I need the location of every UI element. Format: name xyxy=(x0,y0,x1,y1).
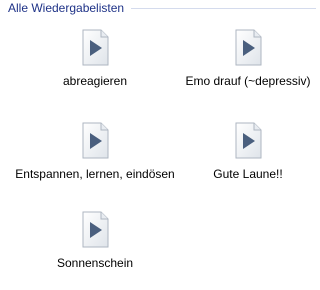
group-title: Alle Wiedergabelisten xyxy=(8,1,125,15)
playlist-tile[interactable]: Emo drauf (~depressiv) xyxy=(173,28,320,108)
playlist-tile[interactable]: abreagieren xyxy=(20,28,170,108)
playlist-name: Entspannen, lernen, eindösen xyxy=(15,167,175,181)
playlist-play-icon xyxy=(235,29,262,66)
playlist-tile[interactable]: Entspannen, lernen, eindösen xyxy=(15,121,175,201)
playlist-play-icon xyxy=(82,211,109,248)
playlist-tile[interactable]: Sonnenschein xyxy=(20,210,170,290)
playlist-name: Emo drauf (~depressiv) xyxy=(185,74,311,88)
playlist-play-icon xyxy=(235,122,262,159)
playlist-play-icon xyxy=(82,122,109,159)
group-divider xyxy=(131,8,316,9)
playlist-name: Sonnenschein xyxy=(56,256,134,270)
playlist-name: abreagieren xyxy=(62,74,128,88)
playlist-name: Gute Laune!! xyxy=(213,167,283,181)
playlist-tile[interactable]: Gute Laune!! xyxy=(173,121,320,201)
playlist-group-header[interactable]: Alle Wiedergabelisten xyxy=(0,0,320,20)
playlist-play-icon xyxy=(82,29,109,66)
